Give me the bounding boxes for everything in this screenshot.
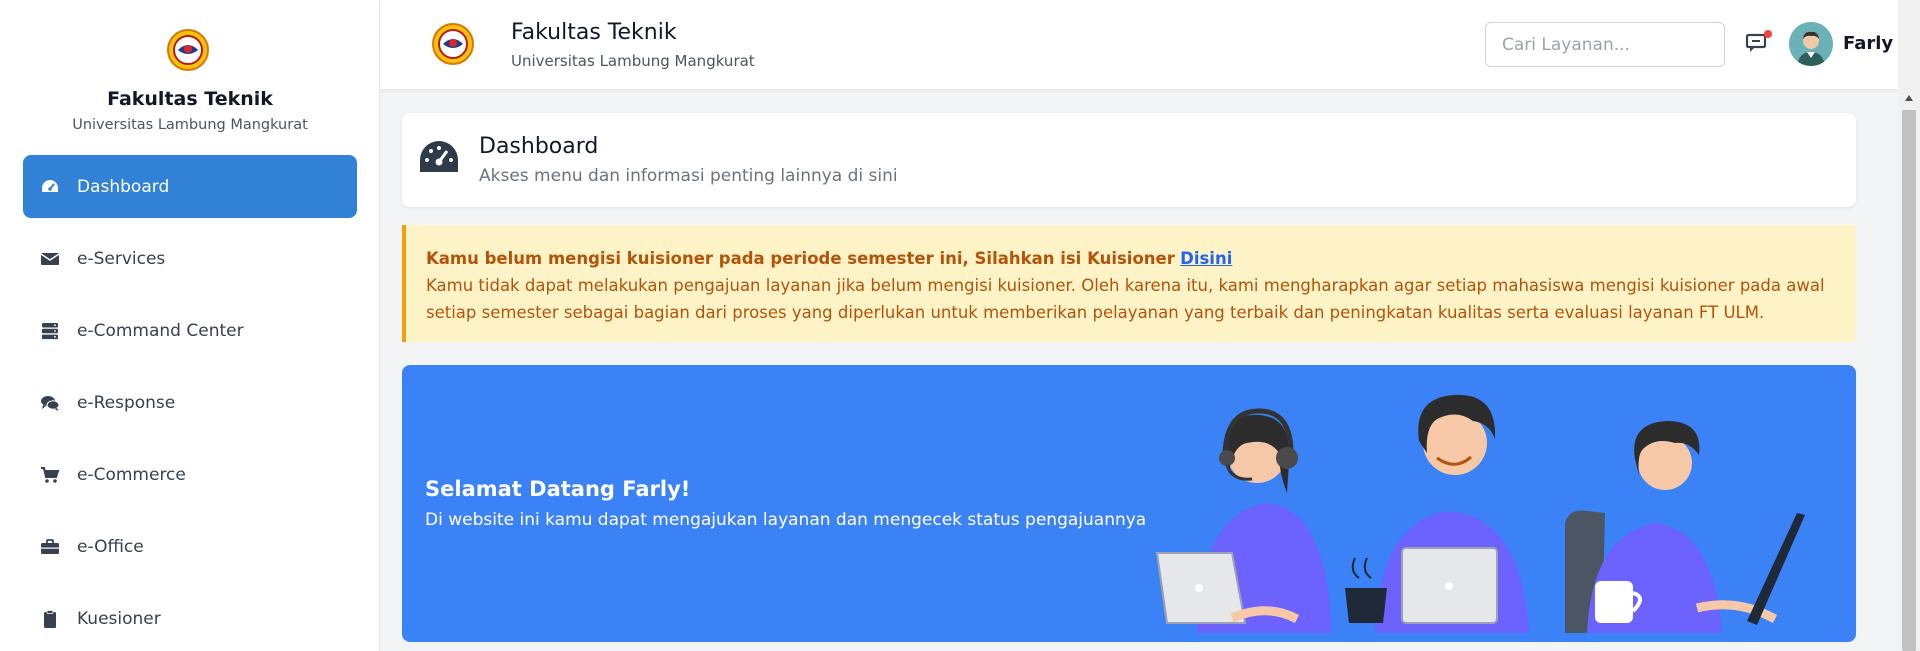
header-subtitle: Universitas Lambung Mangkurat [511,52,755,70]
server-icon [39,321,61,341]
sidebar-item-label: e-Services [77,248,166,269]
sidebar-item-label: e-Commerce [77,464,186,485]
page-subtitle: Akses menu dan informasi penting lainnya… [479,166,898,186]
header-title: Fakultas Teknik [511,20,677,45]
welcome-banner: Selamat Datang Farly! Di website ini kam… [402,365,1856,642]
comments-icon [39,393,61,413]
topbar: Fakultas Teknik Universitas Lambung Mang… [380,0,1898,89]
university-logo [167,29,209,71]
university-logo [432,23,474,65]
alert-title: Kamu belum mengisi kuisioner pada period… [426,249,1175,268]
sidebar-item-label: Kuesioner [77,608,161,629]
sidebar-subtitle: Universitas Lambung Mangkurat [72,117,308,133]
sidebar-item-e-office[interactable]: e-Office [23,515,357,578]
welcome-subtitle: Di website ini kamu dapat mengajukan lay… [425,510,1147,530]
envelope-icon [39,249,61,269]
sidebar-item-label: Dashboard [77,176,170,197]
notification-dot [1764,30,1772,38]
sidebar-title: Fakultas Teknik [107,88,273,110]
tachometer-icon [420,141,458,172]
sidebar: Fakultas Teknik Universitas Lambung Mang… [0,0,380,651]
dashboard-header-card: Dashboard Akses menu dan informasi penti… [402,113,1856,207]
sidebar-item-label: e-Response [77,392,176,413]
welcome-title: Selamat Datang Farly! [425,477,691,501]
sidebar-item-kuesioner[interactable]: Kuesioner [23,587,357,650]
search-input[interactable] [1485,22,1725,67]
customer-service-illustration [1155,394,1805,633]
sidebar-item-e-response[interactable]: e-Response [23,371,357,434]
scrollbar-thumb[interactable] [1902,110,1916,651]
page-title: Dashboard [479,134,599,159]
scroll-up-arrow-icon[interactable] [1898,94,1920,108]
sidebar-item-e-services[interactable]: e-Services [23,227,357,290]
cart-icon [39,465,61,485]
sidebar-item-e-command-center[interactable]: e-Command Center [23,299,357,362]
questionnaire-alert: Kamu belum mengisi kuisioner pada period… [402,225,1856,342]
sidebar-item-e-commerce[interactable]: e-Commerce [23,443,357,506]
sidebar-item-label: e-Command Center [77,320,244,341]
clipboard-icon [39,609,61,629]
alert-body: Kamu tidak dapat melakukan pengajuan lay… [426,276,1825,322]
sidebar-item-dashboard[interactable]: Dashboard [23,155,357,218]
avatar[interactable] [1789,22,1833,66]
username[interactable]: Farly [1843,33,1893,54]
tachometer-icon [39,177,61,197]
sidebar-item-label: e-Office [77,536,144,557]
alert-link-disini[interactable]: Disini [1180,249,1232,268]
briefcase-icon [39,537,61,557]
